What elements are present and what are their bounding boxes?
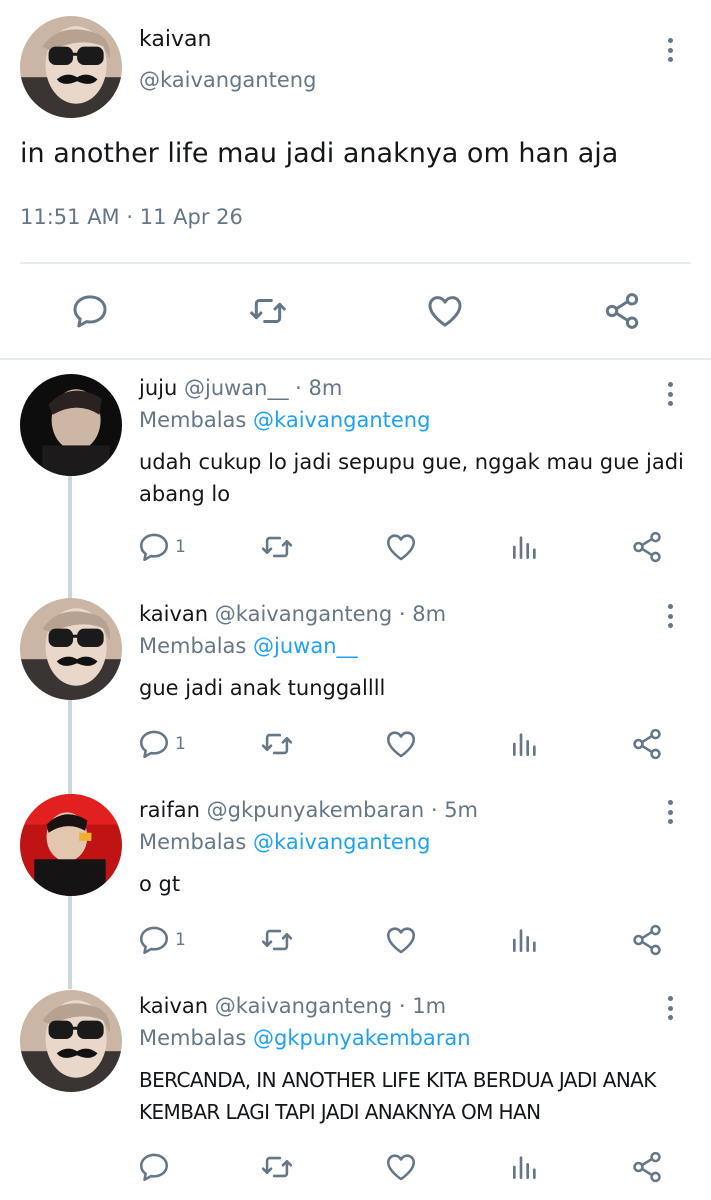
heart-icon[interactable] xyxy=(424,291,466,335)
analytics-icon[interactable] xyxy=(509,923,541,957)
replying-to: Membalas @kaivanganteng xyxy=(139,408,430,432)
analytics-icon[interactable] xyxy=(509,727,541,761)
avatar[interactable] xyxy=(20,16,122,118)
reply-age: · 1m xyxy=(398,994,447,1018)
share-icon[interactable] xyxy=(630,1150,664,1184)
reply-count: 1 xyxy=(175,537,186,557)
share-icon[interactable] xyxy=(630,530,664,564)
share-icon[interactable] xyxy=(602,291,642,335)
author-handle[interactable]: @juwan__ xyxy=(184,376,289,400)
retweet-icon[interactable] xyxy=(258,923,296,957)
meta-separator: · xyxy=(126,205,134,229)
reply-tweet: kaivan @kaivanganteng · 8m Membalas @juw… xyxy=(0,582,711,778)
reply-button[interactable] xyxy=(137,1150,175,1184)
author-name[interactable]: kaivan xyxy=(139,602,208,626)
author-name[interactable]: kaivan xyxy=(139,994,208,1018)
replying-to: Membalas @kaivanganteng xyxy=(139,830,430,854)
heart-icon[interactable] xyxy=(383,530,419,564)
heart-icon[interactable] xyxy=(383,727,419,761)
reply-actions: 1 xyxy=(0,727,711,767)
share-icon[interactable] xyxy=(630,923,664,957)
more-vertical-icon[interactable] xyxy=(658,598,682,634)
tweet-timestamp: 11:51 AM · 11 Apr 26 xyxy=(20,205,243,229)
reply-icon xyxy=(137,923,171,957)
reply-count: 1 xyxy=(175,734,186,754)
heart-icon[interactable] xyxy=(383,923,419,957)
avatar[interactable] xyxy=(20,990,122,1092)
replying-prefix: Membalas xyxy=(139,634,247,658)
reply-header: kaivan @kaivanganteng · 1m xyxy=(139,994,446,1018)
reply-actions: 1 xyxy=(0,530,711,570)
reply-text: udah cukup lo jadi sepupu gue, nggak mau… xyxy=(139,450,684,506)
reply-icon xyxy=(137,727,171,761)
avatar[interactable] xyxy=(20,374,122,476)
reply-tweet: raifan @gkpunyakembaran · 5m Membalas @k… xyxy=(0,778,711,974)
author-handle[interactable]: @gkpunyakembaran xyxy=(207,798,425,822)
reply-header: kaivan @kaivanganteng · 8m xyxy=(139,602,446,626)
author-handle[interactable]: @kaivanganteng xyxy=(139,68,316,92)
reply-age: · 8m xyxy=(398,602,447,626)
retweet-icon[interactable] xyxy=(258,530,296,564)
main-tweet: kaivan @kaivanganteng in another life ma… xyxy=(0,0,711,358)
replying-prefix: Membalas xyxy=(139,408,247,432)
share-icon[interactable] xyxy=(630,727,664,761)
reply-button[interactable]: 1 xyxy=(137,923,186,957)
more-vertical-icon[interactable] xyxy=(658,794,682,830)
author-name[interactable]: kaivan xyxy=(139,27,211,52)
heart-icon[interactable] xyxy=(383,1150,419,1184)
author-name[interactable]: raifan xyxy=(139,798,200,822)
avatar[interactable] xyxy=(20,794,122,896)
replying-prefix: Membalas xyxy=(139,830,247,854)
more-vertical-icon[interactable] xyxy=(658,376,682,412)
mention-link[interactable]: @kaivanganteng xyxy=(253,830,430,854)
tweet-text: in another life mau jadi anaknya om han … xyxy=(20,138,619,169)
tweet-time: 11:51 AM xyxy=(20,205,120,229)
reply-text: BERCANDA, IN ANOTHER LIFE KITA BERDUA JA… xyxy=(139,1068,656,1124)
reply-text: gue jadi anak tunggallll xyxy=(139,676,386,700)
retweet-icon[interactable] xyxy=(258,1150,296,1184)
mention-link[interactable]: @juwan__ xyxy=(253,634,358,658)
reply-header: raifan @gkpunyakembaran · 5m xyxy=(139,798,478,822)
reply-count: 1 xyxy=(175,930,186,950)
reply-age: · 5m xyxy=(430,798,479,822)
author-name[interactable]: juju xyxy=(139,376,177,400)
more-vertical-icon[interactable] xyxy=(658,32,682,68)
reply-age: · 8m xyxy=(295,376,343,400)
reply-tweet: kaivan @kaivanganteng · 1m Membalas @gkp… xyxy=(0,974,711,1200)
author-handle[interactable]: @kaivanganteng xyxy=(215,602,392,626)
reply-icon xyxy=(137,1150,171,1184)
replying-to: Membalas @juwan__ xyxy=(139,634,358,658)
reply-tweet: juju @juwan__ · 8m Membalas @kaivangante… xyxy=(0,360,711,582)
retweet-icon[interactable] xyxy=(246,291,290,335)
reply-actions xyxy=(0,1150,711,1190)
reply-header: juju @juwan__ · 8m xyxy=(139,376,342,400)
author-handle[interactable]: @kaivanganteng xyxy=(215,994,392,1018)
replying-to: Membalas @gkpunyakembaran xyxy=(139,1026,471,1050)
tweet-actions xyxy=(0,285,711,341)
mention-link[interactable]: @gkpunyakembaran xyxy=(253,1026,471,1050)
reply-actions: 1 xyxy=(0,923,711,963)
analytics-icon[interactable] xyxy=(509,530,541,564)
replying-prefix: Membalas xyxy=(139,1026,247,1050)
mention-link[interactable]: @kaivanganteng xyxy=(253,408,430,432)
reply-text: o gt xyxy=(139,872,181,896)
reply-button[interactable]: 1 xyxy=(137,727,186,761)
analytics-icon[interactable] xyxy=(509,1150,541,1184)
more-vertical-icon[interactable] xyxy=(658,990,682,1026)
reply-button[interactable]: 1 xyxy=(137,530,186,564)
reply-icon xyxy=(137,530,171,564)
retweet-icon[interactable] xyxy=(258,727,296,761)
reply-icon[interactable] xyxy=(70,291,110,335)
divider xyxy=(20,262,691,264)
tweet-date: 11 Apr 26 xyxy=(139,205,243,229)
avatar[interactable] xyxy=(20,598,122,700)
